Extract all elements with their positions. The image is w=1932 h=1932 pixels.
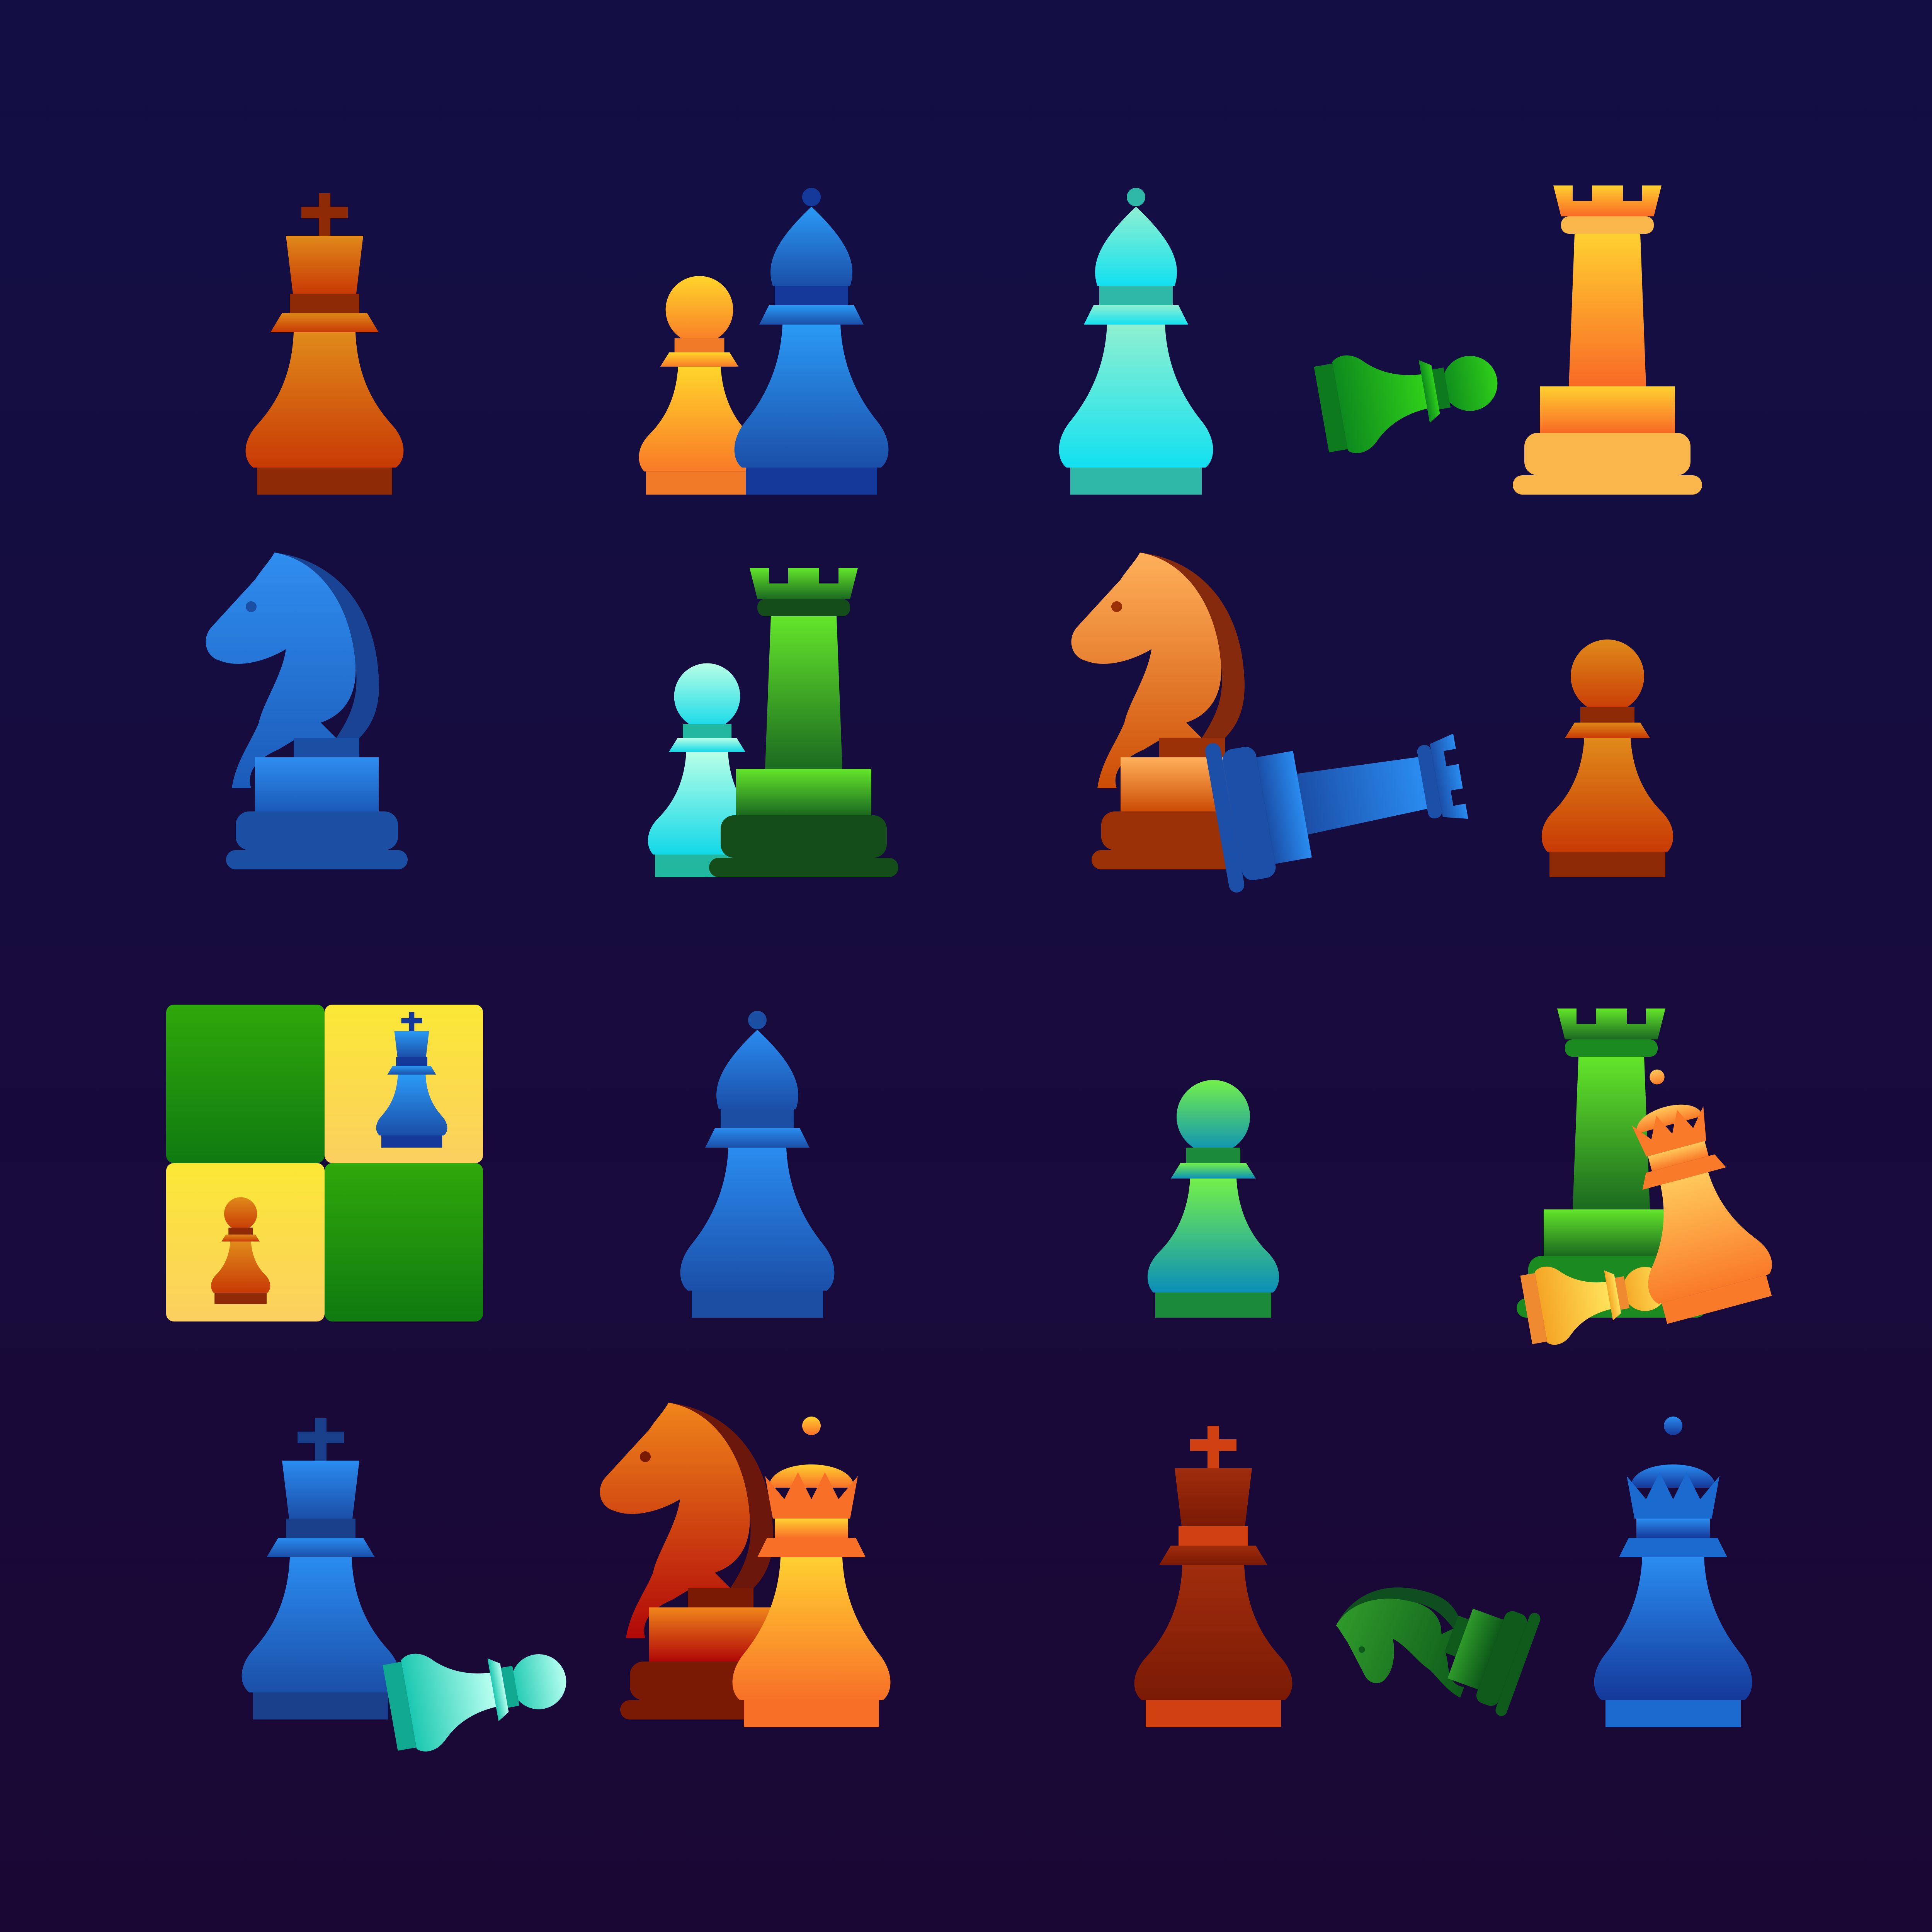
chess-icons-scene (0, 0, 1932, 1932)
board-square-dark (325, 1163, 483, 1321)
board-square-dark (166, 1005, 325, 1163)
